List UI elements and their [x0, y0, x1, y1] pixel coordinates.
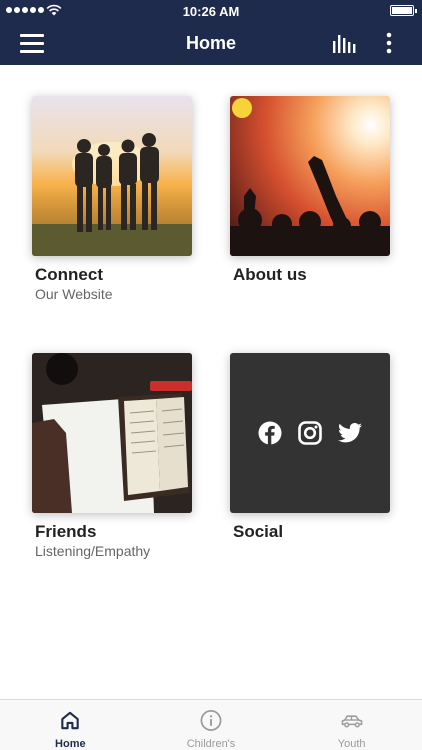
tile-title: Friends — [35, 522, 97, 541]
status-bar: 10:26 AM — [0, 0, 422, 22]
battery-icon — [390, 5, 417, 16]
tile-title: Social — [233, 522, 284, 541]
tab-label: Youth — [337, 738, 366, 750]
tile-connect[interactable]: Connect Our Website — [32, 96, 192, 302]
concert-crowd-image — [230, 98, 390, 256]
friends-hugging-image — [32, 133, 192, 256]
tile-friends[interactable]: Friends Listening/Empathy — [32, 353, 192, 559]
page-title: Home — [185, 33, 236, 53]
home-screen: 10:26 AM Home Connect Our Website About … — [0, 0, 422, 750]
home-icon — [61, 711, 80, 730]
notebook-bible-image — [32, 353, 192, 513]
tile-social[interactable]: Social — [230, 353, 390, 542]
more-vertical-icon[interactable] — [382, 31, 396, 55]
bars-icon[interactable] — [332, 33, 358, 53]
social-image[interactable] — [230, 353, 390, 513]
status-time: 10:26 AM — [182, 4, 240, 19]
tile-title: Connect — [35, 265, 103, 284]
nav-bar: Home — [0, 22, 422, 65]
tile-about-us[interactable]: About us — [230, 96, 390, 285]
about-us-image[interactable] — [230, 96, 390, 256]
twitter-icon[interactable] — [338, 422, 362, 444]
tab-label: Children's — [186, 738, 236, 750]
tile-subtitle: Our Website — [35, 286, 113, 302]
friends-image[interactable] — [32, 353, 192, 513]
tile-subtitle: Listening/Empathy — [35, 543, 151, 559]
instagram-icon[interactable] — [298, 421, 322, 445]
tab-youth[interactable]: Youth — [281, 700, 422, 750]
tab-bar: Home Children's Youth — [0, 699, 422, 750]
top-bar: 10:26 AM Home — [0, 0, 422, 65]
tab-home[interactable]: Home — [0, 700, 141, 750]
connect-image[interactable] — [32, 96, 192, 256]
tile-title: About us — [233, 265, 307, 284]
tab-childrens[interactable]: Children's — [141, 700, 282, 750]
facebook-icon[interactable] — [258, 421, 282, 445]
tab-label: Home — [55, 738, 86, 750]
info-icon — [200, 710, 222, 731]
car-icon — [341, 715, 363, 728]
